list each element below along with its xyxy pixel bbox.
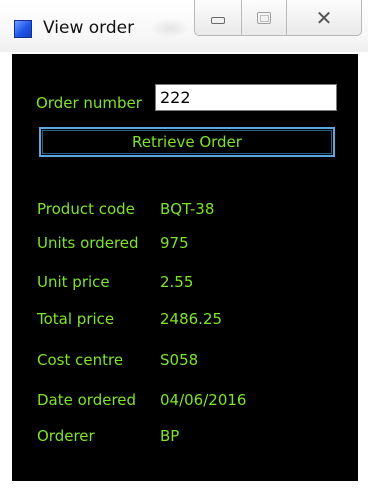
units-ordered-label: Units ordered <box>37 234 139 252</box>
title-glow <box>150 18 190 38</box>
retrieve-order-button[interactable]: Retrieve Order <box>39 127 335 157</box>
minimize-button[interactable] <box>194 0 242 36</box>
orderer-label: Orderer <box>37 427 95 445</box>
order-number-label: Order number <box>36 94 142 112</box>
orderer-value: BP <box>160 427 180 445</box>
units-ordered-value: 975 <box>160 234 189 252</box>
maximize-button[interactable] <box>242 0 287 36</box>
close-icon: ✕ <box>315 5 333 30</box>
close-button[interactable]: ✕ <box>287 0 362 36</box>
total-price-label: Total price <box>37 310 115 328</box>
cost-centre-value: S058 <box>160 351 199 369</box>
minimize-icon <box>211 17 225 24</box>
view-order-window: View order ✕ Order number Retrieve Order… <box>0 0 368 491</box>
maximize-icon <box>257 11 271 24</box>
cost-centre-label: Cost centre <box>37 351 124 369</box>
caption-buttons: ✕ <box>194 0 362 38</box>
product-code-label: Product code <box>37 200 135 218</box>
unit-price-label: Unit price <box>37 273 110 291</box>
order-form-panel: Order number Retrieve Order Product code… <box>12 54 358 481</box>
app-window-icon[interactable] <box>14 20 32 38</box>
product-code-value: BQT-38 <box>160 200 215 218</box>
date-ordered-value: 04/06/2016 <box>160 391 247 409</box>
total-price-value: 2486.25 <box>160 310 223 328</box>
unit-price-value: 2.55 <box>160 273 194 291</box>
order-number-input[interactable] <box>155 84 337 111</box>
date-ordered-label: Date ordered <box>37 391 137 409</box>
title-bar[interactable]: View order ✕ <box>0 0 368 52</box>
window-title: View order <box>43 18 135 38</box>
